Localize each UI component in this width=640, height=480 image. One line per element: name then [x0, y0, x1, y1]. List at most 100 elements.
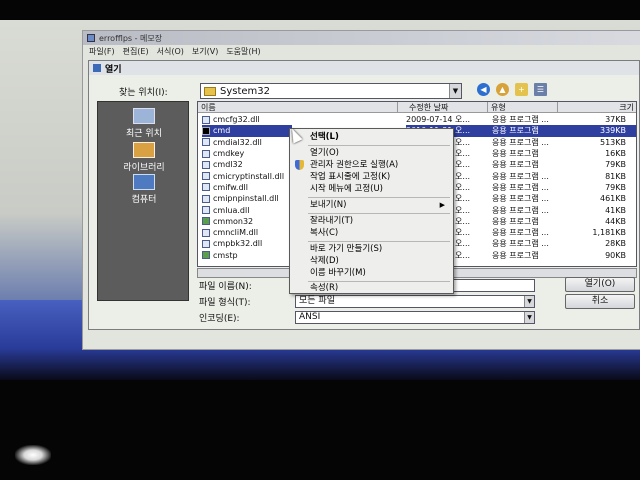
file-name: cmstp [213, 250, 238, 260]
back-icon[interactable]: ◀ [477, 83, 490, 96]
notepad-titlebar: errofflps - 메모장 [83, 31, 640, 45]
notepad-menubar: 파일(F) 편집(E) 서식(O) 보기(V) 도움말(H) [83, 45, 640, 58]
menu-item-pin-taskbar[interactable]: 작업 표시줄에 고정(K) [310, 172, 390, 183]
uac-shield-icon [295, 160, 304, 170]
table-row[interactable]: cmpbk32.dll [202, 238, 292, 249]
filename-label: 파일 이름(N): [199, 282, 252, 292]
table-row-selected[interactable]: cmd [202, 125, 292, 137]
file-size: 81KB [605, 171, 626, 181]
open-button[interactable]: 열기(O) [565, 277, 635, 292]
filetype-value: 모든 파일 [299, 296, 335, 306]
file-size: 79KB [605, 182, 626, 192]
table-row[interactable]: cmlua.dll [202, 204, 292, 215]
table-row[interactable]: cmifw.dll [202, 182, 292, 193]
encoding-select[interactable]: ANSI ▼ [295, 311, 535, 324]
chevron-down-icon[interactable]: ▼ [449, 84, 461, 98]
column-headers: 이름 수정한 날짜 유형 크기 [198, 102, 636, 113]
libraries-icon [133, 142, 155, 158]
new-folder-icon[interactable]: + [515, 83, 528, 96]
menu-item-copy[interactable]: 복사(C) [310, 228, 338, 239]
menu-file[interactable]: 파일(F) [89, 46, 115, 57]
menu-format[interactable]: 서식(O) [157, 46, 184, 57]
chevron-down-icon[interactable]: ▼ [524, 312, 534, 323]
exe-file-icon [202, 217, 210, 226]
file-type: 응용 프로그램 ... [492, 115, 549, 125]
cmd-exe-icon [202, 126, 210, 135]
file-size: 90KB [605, 250, 626, 260]
cancel-button[interactable]: 취소 [565, 294, 635, 309]
table-row[interactable]: cmdial32.dll [202, 137, 292, 148]
view-menu-icon[interactable]: ☰ [534, 83, 547, 96]
file-name: cmipnpinstall.dll [213, 194, 279, 204]
menu-item-send-to[interactable]: 보내기(N) [310, 200, 346, 211]
column-type[interactable]: 유형 [488, 102, 558, 113]
menu-view[interactable]: 보기(V) [192, 46, 218, 57]
menu-separator [308, 241, 450, 242]
file-size: 16KB [605, 149, 626, 159]
place-computer[interactable]: 컴퓨터 [98, 174, 190, 205]
encoding-row: 인코딩(E): ANSI ▼ [199, 311, 535, 324]
place-recent-label: 최근 위치 [126, 129, 162, 139]
table-row[interactable]: cmmon32 [202, 216, 292, 227]
menu-edit[interactable]: 편집(E) [123, 46, 149, 57]
menu-help[interactable]: 도움말(H) [226, 46, 260, 57]
filetype-select[interactable]: 모든 파일 ▼ [295, 295, 535, 308]
column-date[interactable]: 수정한 날짜 [406, 102, 488, 113]
dialog-nav-buttons: ◀ ▲ + ☰ [477, 83, 547, 96]
table-row[interactable]: cmipnpinstall.dll [202, 193, 292, 204]
menu-separator [308, 213, 450, 214]
recent-places-icon [133, 108, 155, 124]
menu-item-create-shortcut[interactable]: 바로 가기 만들기(S) [310, 244, 382, 255]
file-type: 응용 프로그램 ... [492, 205, 549, 215]
notepad-app-icon [87, 34, 95, 42]
column-size[interactable]: 크기 [558, 102, 636, 113]
look-in-combo[interactable]: System32 ▼ [200, 83, 462, 99]
file-size: 339KB [599, 126, 626, 136]
menu-item-open[interactable]: 열기(O) [310, 148, 339, 159]
place-recent[interactable]: 최근 위치 [98, 108, 190, 139]
table-row[interactable]: cmicryptinstall.dll [202, 170, 292, 181]
file-type: 응용 프로그램 ... [492, 239, 549, 249]
computer-icon [133, 174, 155, 190]
file-size: 37KB [605, 115, 626, 125]
up-folder-icon[interactable]: ▲ [496, 83, 509, 96]
file-name: cmlua.dll [213, 205, 250, 215]
file-name: cmicryptinstall.dll [213, 171, 285, 181]
file-type: 응용 프로그램 [492, 160, 539, 170]
dialog-titlebar: 열기 [89, 61, 639, 75]
look-in-value: System32 [220, 85, 271, 97]
dialog-title: 열기 [105, 64, 122, 75]
look-in-row: 찾는 위치(I): System32 ▼ [119, 83, 462, 99]
menu-item-run-as-admin[interactable]: 관리자 권한으로 실행(A) [310, 160, 398, 171]
dll-file-icon [202, 239, 210, 248]
encoding-label: 인코딩(E): [199, 314, 240, 324]
menu-item-pin-start[interactable]: 시작 메뉴에 고정(U) [310, 184, 383, 195]
file-type: 응용 프로그램 [492, 126, 539, 136]
file-type: 응용 프로그램 ... [492, 182, 549, 192]
exe-file-icon [202, 251, 210, 260]
menu-item-delete[interactable]: 삭제(D) [310, 256, 339, 267]
dll-file-icon [202, 183, 210, 192]
submenu-arrow-icon: ▶ [439, 201, 445, 209]
menu-item-cut[interactable]: 잘라내기(T) [310, 216, 353, 227]
column-name[interactable]: 이름 [198, 102, 398, 113]
context-menu: 선택(L) 열기(O) 관리자 권한으로 실행(A) 작업 표시줄에 고정(K)… [289, 128, 454, 294]
dll-file-icon [202, 172, 210, 181]
table-row[interactable]: cmdkey [202, 148, 292, 159]
table-row[interactable]: cmstp [202, 250, 292, 261]
dialog-icon [93, 64, 101, 72]
place-libraries[interactable]: 라이브러리 [98, 142, 190, 173]
file-name: cmdial32.dll [213, 137, 262, 147]
file-name: cmncliM.dll [213, 228, 259, 238]
table-row[interactable]: cmcfg32.dll [202, 114, 292, 125]
folder-icon [204, 86, 216, 96]
file-size: 44KB [605, 216, 626, 226]
encoding-value: ANSI [299, 312, 321, 322]
chevron-down-icon[interactable]: ▼ [524, 296, 534, 307]
table-row[interactable]: cmdl32 [202, 159, 292, 170]
dll-file-icon [202, 194, 210, 203]
menu-item-rename[interactable]: 이름 바꾸기(M) [310, 268, 366, 279]
menu-item-select[interactable]: 선택(L) [310, 132, 339, 143]
table-row[interactable]: cmncliM.dll [202, 227, 292, 238]
menu-item-properties[interactable]: 속성(R) [310, 283, 338, 294]
